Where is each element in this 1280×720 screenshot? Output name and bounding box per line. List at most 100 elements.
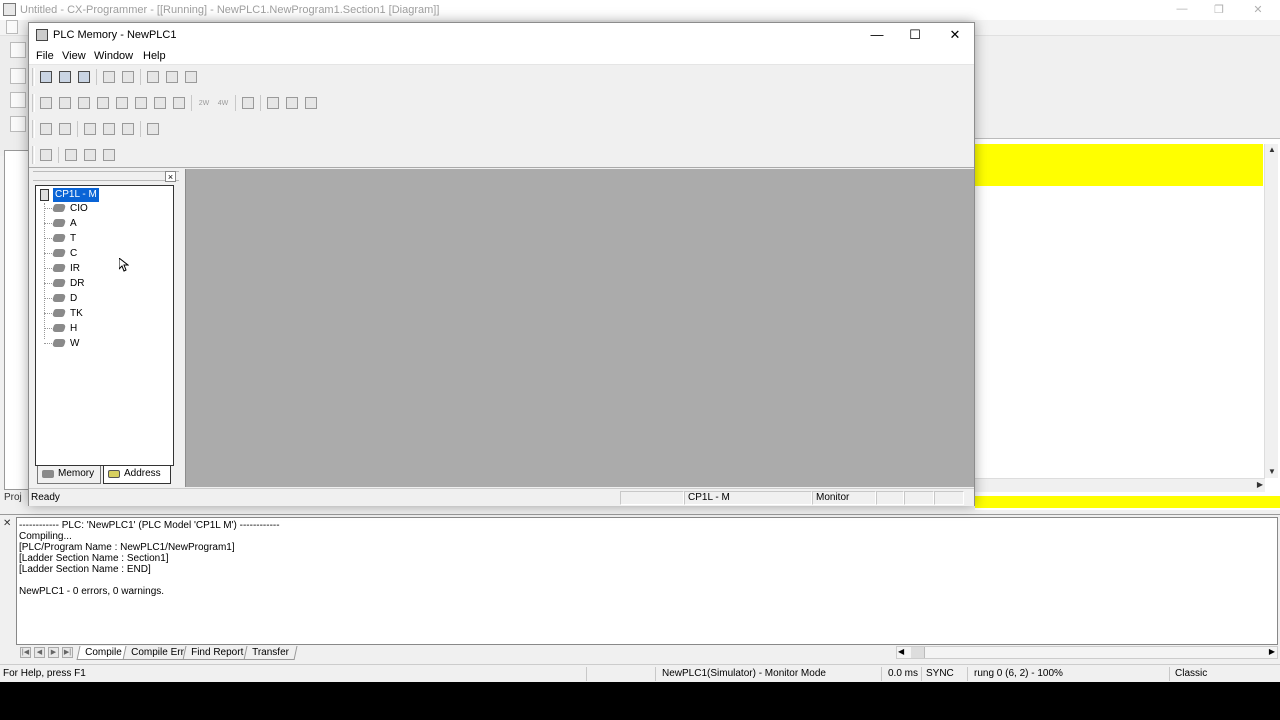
- ladder-diagram-area[interactable]: [975, 138, 1280, 510]
- output-panel: ✕ ------------ PLC: 'NewPLC1' (PLC Model…: [0, 514, 1280, 662]
- print-icon[interactable]: [100, 68, 118, 86]
- save-icon[interactable]: [75, 68, 93, 86]
- menu-view[interactable]: View: [62, 50, 86, 62]
- scroll-left-arrow-icon[interactable]: ◀: [898, 647, 904, 656]
- tab-last-icon[interactable]: ▶|: [62, 647, 73, 658]
- ascii-icon[interactable]: [151, 94, 169, 112]
- bg-menu-icon[interactable]: [6, 20, 18, 34]
- minimize-button[interactable]: —: [857, 25, 897, 45]
- output-horizontal-scrollbar[interactable]: ◀ ▶: [896, 646, 1278, 659]
- monitor-icon[interactable]: [37, 120, 55, 138]
- output-line: Compiling...: [19, 531, 72, 542]
- tree-item-d[interactable]: D: [44, 291, 164, 306]
- menu-window[interactable]: Window: [94, 50, 133, 62]
- fill-icon[interactable]: [239, 94, 257, 112]
- tree-item-c[interactable]: C: [44, 246, 164, 261]
- scroll-right-arrow-icon[interactable]: ▶: [1269, 647, 1275, 656]
- bg-minimize-button[interactable]: —: [1172, 3, 1192, 15]
- tree-item-tk[interactable]: TK: [44, 306, 164, 321]
- decimal-icon[interactable]: [56, 94, 74, 112]
- zoom-icon[interactable]: [302, 94, 320, 112]
- bg-close-button[interactable]: ✕: [1248, 3, 1268, 16]
- scroll-right-arrow-icon[interactable]: ▶: [1257, 480, 1263, 489]
- cut-icon[interactable]: [144, 68, 162, 86]
- bg-project-tab[interactable]: Proj: [4, 492, 30, 508]
- tree-item-w[interactable]: W: [44, 336, 164, 351]
- bg-restore-button[interactable]: ❐: [1209, 3, 1229, 16]
- menu-file[interactable]: File: [36, 50, 54, 62]
- scroll-up-arrow-icon[interactable]: ▲: [1265, 144, 1279, 156]
- cycle-time: 0.0 ms: [888, 668, 919, 679]
- rung-highlight-bottom[interactable]: [975, 496, 1280, 508]
- tree-item-a[interactable]: A: [44, 216, 164, 231]
- hex-icon[interactable]: [94, 94, 112, 112]
- copy-icon[interactable]: [163, 68, 181, 86]
- transfer-from-plc-icon[interactable]: [100, 120, 118, 138]
- output-tab-bar: |◀ ◀ ▶ ▶| Compile Compile Error Find Rep…: [16, 645, 1278, 661]
- mdi-client-area[interactable]: [185, 169, 974, 487]
- set-value-icon[interactable]: [37, 146, 55, 164]
- view-style: Classic: [1175, 668, 1208, 679]
- tree-item-t[interactable]: T: [44, 231, 164, 246]
- signed-decimal-icon[interactable]: [75, 94, 93, 112]
- tree-item-cio[interactable]: CIO: [44, 201, 164, 216]
- compare-icon[interactable]: [119, 120, 137, 138]
- tree-item-dr[interactable]: DR: [44, 276, 164, 291]
- find-icon[interactable]: [264, 94, 282, 112]
- tree-item-ir[interactable]: IR: [44, 261, 164, 276]
- set-icon[interactable]: [62, 146, 80, 164]
- tree-pane-close-icon[interactable]: ×: [165, 171, 176, 182]
- open-folder-icon[interactable]: [56, 68, 74, 86]
- output-log[interactable]: ------------ PLC: 'NewPLC1' (PLC Model '…: [16, 517, 1278, 645]
- bg-project-tree[interactable]: [4, 150, 30, 490]
- plc-device-icon: [40, 189, 49, 201]
- scrollbar-thumb[interactable]: [911, 647, 925, 658]
- new-file-icon[interactable]: [10, 42, 26, 58]
- tab-transfer[interactable]: Transfer: [243, 646, 298, 660]
- tab-address[interactable]: Address: [103, 466, 171, 484]
- tree-item-h[interactable]: H: [44, 321, 164, 336]
- output-line: [PLC/Program Name : NewPLC1/NewProgram1]: [19, 542, 235, 553]
- plc-memory-app-icon: [36, 29, 48, 41]
- clear-icon[interactable]: [144, 120, 162, 138]
- float-icon[interactable]: [132, 94, 150, 112]
- output-close-icon[interactable]: ✕: [3, 518, 11, 529]
- toolbar-online: [32, 118, 172, 140]
- tab-memory[interactable]: Memory: [37, 466, 101, 484]
- force-icon[interactable]: [56, 120, 74, 138]
- diagram-horizontal-scrollbar[interactable]: ▶: [975, 478, 1265, 492]
- bg-tool-icon[interactable]: [10, 68, 26, 84]
- maximize-button[interactable]: ☐: [895, 25, 935, 45]
- tab-first-icon[interactable]: |◀: [20, 647, 31, 658]
- cx-programmer-app-icon: [3, 3, 16, 16]
- diagram-vertical-scrollbar[interactable]: ▲ ▼: [1264, 144, 1278, 478]
- four-word-icon[interactable]: 4W: [214, 94, 232, 112]
- tab-next-icon[interactable]: ▶: [48, 647, 59, 658]
- bg-window-icon[interactable]: [10, 92, 26, 108]
- two-word-icon[interactable]: 2W: [195, 94, 213, 112]
- toolbar-area: 2W 4W: [29, 66, 974, 168]
- menu-help[interactable]: Help: [143, 50, 166, 62]
- reset-icon[interactable]: [81, 146, 99, 164]
- bg-list-icon[interactable]: [10, 116, 26, 132]
- tab-find-report[interactable]: Find Report: [182, 646, 252, 660]
- memory-tree-pane: × CP1L - M CIO A T C IR DR D TK H W Memo…: [29, 169, 184, 487]
- binary-icon[interactable]: [37, 94, 55, 112]
- transfer-to-plc-icon[interactable]: [81, 120, 99, 138]
- scroll-down-arrow-icon[interactable]: ▼: [1265, 466, 1279, 478]
- tree-pane-grip[interactable]: [33, 171, 179, 181]
- new-icon[interactable]: [37, 68, 55, 86]
- close-button[interactable]: ✕: [935, 25, 975, 45]
- tools-icon[interactable]: [283, 94, 301, 112]
- change-value-icon[interactable]: [100, 146, 118, 164]
- print-preview-icon[interactable]: [119, 68, 137, 86]
- memory-tree[interactable]: CP1L - M CIO A T C IR DR D TK H W: [35, 185, 174, 466]
- double-float-icon[interactable]: [170, 94, 188, 112]
- paste-icon[interactable]: [182, 68, 200, 86]
- plc-memory-titlebar[interactable]: PLC Memory - NewPLC1 — ☐ ✕: [29, 23, 974, 47]
- rung-highlight[interactable]: [975, 144, 1263, 186]
- bcd-icon[interactable]: [113, 94, 131, 112]
- tab-prev-icon[interactable]: ◀: [34, 647, 45, 658]
- output-line: [Ladder Section Name : Section1]: [19, 553, 169, 564]
